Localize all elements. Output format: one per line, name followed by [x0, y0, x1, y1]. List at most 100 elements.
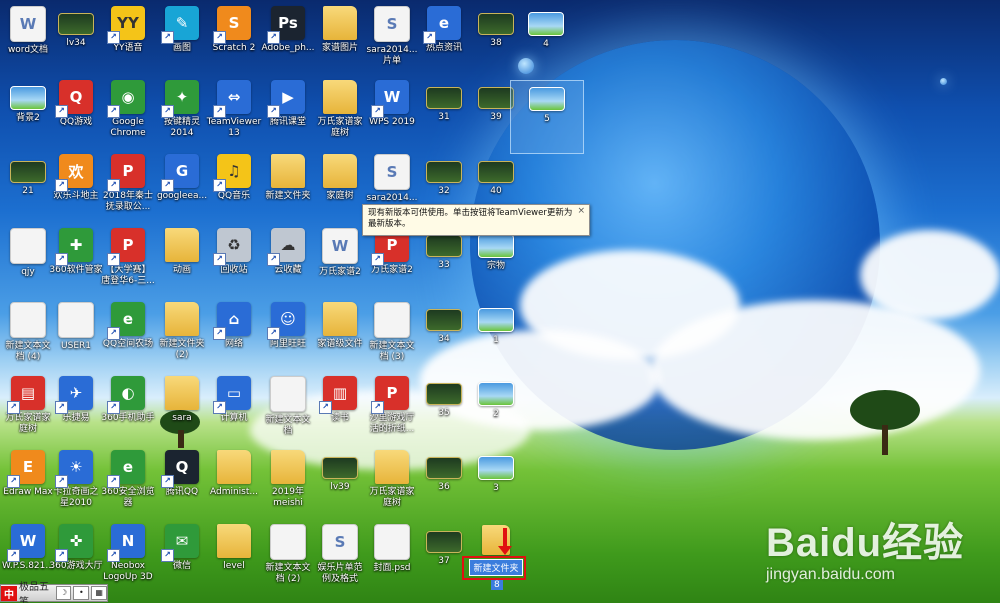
shortcut-arrow-icon: ↗: [213, 253, 226, 266]
desktop-icon[interactable]: 2: [460, 376, 532, 448]
app-icon: ✎ ↗: [161, 6, 199, 44]
app-icon: P ↗: [107, 154, 145, 192]
image-thumbnail-icon: [426, 235, 462, 257]
app-icon: P ↗: [371, 376, 409, 414]
moon-icon[interactable]: ☽: [55, 586, 72, 600]
shortcut-arrow-icon: ↗: [107, 475, 120, 488]
shortcut-arrow-icon: ↗: [107, 105, 120, 118]
shortcut-arrow-icon: ↗: [7, 475, 20, 488]
shortcut-arrow-icon: ↗: [55, 253, 68, 266]
image-thumbnail-icon: [478, 456, 514, 480]
document-icon: S: [374, 6, 410, 42]
folder-icon: [217, 524, 251, 558]
app-icon: G ↗: [161, 154, 199, 192]
desktop-icon[interactable]: 1: [460, 302, 532, 374]
app-icon: ☁ ↗: [267, 228, 305, 266]
app-icon: ✚ ↗: [55, 228, 93, 266]
folder-icon: [323, 80, 357, 114]
image-thumbnail-icon: [426, 161, 462, 183]
shortcut-arrow-icon: ↗: [213, 327, 226, 340]
app-icon: ☺ ↗: [267, 302, 305, 340]
shortcut-arrow-icon: ↗: [55, 475, 68, 488]
document-icon: S: [374, 154, 410, 190]
highlight-frame: [462, 556, 526, 580]
folder-icon: [165, 228, 199, 262]
document-icon: [374, 302, 410, 338]
document-icon: S: [322, 524, 358, 560]
folder-icon: [165, 302, 199, 336]
tooltip-text: 现有新版本可供使用。单击按钮将TeamViewer更新为最新版本。: [368, 208, 573, 229]
tree: [850, 390, 920, 460]
shortcut-arrow-icon: ↗: [55, 105, 68, 118]
arrow-down-icon: [498, 528, 512, 555]
image-thumbnail-icon: [478, 308, 514, 332]
folder-icon: [217, 450, 251, 484]
image-thumbnail-icon: [426, 87, 462, 109]
ime-name[interactable]: 极品五笔: [17, 578, 54, 603]
folder-icon: [323, 154, 357, 188]
app-icon: ▥ ↗: [319, 376, 357, 414]
app-icon: ☀ ↗: [55, 450, 93, 488]
desktop-icon[interactable]: 3: [460, 450, 532, 522]
desktop-icon-label: 5: [544, 114, 550, 124]
app-icon: e ↗: [423, 6, 461, 44]
baidu-watermark: Baidu经验 jingyan.baidu.com: [766, 510, 998, 592]
shortcut-arrow-icon: ↗: [371, 105, 384, 118]
shortcut-arrow-icon: ↗: [161, 475, 174, 488]
shortcut-arrow-icon: ↗: [107, 31, 120, 44]
baidu-logo: Baidu经验: [766, 521, 965, 565]
folder-icon: [323, 6, 357, 40]
app-icon: YY ↗: [107, 6, 145, 44]
grid-icon[interactable]: ▦: [91, 586, 108, 600]
app-icon: ◐ ↗: [107, 376, 145, 414]
desktop-icon[interactable]: 5: [510, 80, 584, 154]
desktop-icon[interactable]: 4: [510, 6, 582, 78]
document-icon: W: [322, 228, 358, 264]
shortcut-arrow-icon: ↗: [371, 253, 384, 266]
dot-icon[interactable]: •: [73, 586, 90, 600]
teamviewer-update-tooltip[interactable]: 现有新版本可供使用。单击按钮将TeamViewer更新为最新版本。 ×: [362, 204, 590, 236]
desktop-icon[interactable]: 宗物: [460, 228, 532, 300]
app-icon: ▭ ↗: [213, 376, 251, 414]
shortcut-arrow-icon: ↗: [107, 179, 120, 192]
shortcut-arrow-icon: ↗: [161, 549, 174, 562]
shortcut-arrow-icon: ↗: [423, 31, 436, 44]
shortcut-arrow-icon: ↗: [213, 105, 226, 118]
shortcut-arrow-icon: ↗: [161, 105, 174, 118]
shortcut-arrow-icon: ↗: [107, 253, 120, 266]
desktop-icon-label: 3: [493, 483, 499, 493]
desktop[interactable]: Wword文档 lv34 YY ↗ YY语音 ✎ ↗ 画图 S ↗ Scratch 2 Ps ↗ Adob…: [0, 0, 1000, 603]
image-thumbnail-icon: [478, 234, 514, 258]
app-icon: ✦ ↗: [161, 80, 199, 118]
app-icon: ♫ ↗: [213, 154, 251, 192]
image-thumbnail-icon: [528, 12, 564, 36]
app-icon: ⌂ ↗: [213, 302, 251, 340]
ime-language[interactable]: 中: [1, 585, 17, 601]
cloud: [650, 300, 980, 440]
document-icon: [270, 376, 306, 412]
image-thumbnail-icon: [426, 531, 462, 553]
desktop-icon-label: 4: [543, 39, 549, 49]
desktop-icon-label: 宗物: [486, 261, 505, 271]
image-thumbnail-icon: [478, 87, 514, 109]
shortcut-arrow-icon: ↗: [7, 549, 20, 562]
app-icon: ✉ ↗: [161, 524, 199, 562]
app-icon: e ↗: [107, 450, 145, 488]
shortcut-arrow-icon: ↗: [213, 401, 226, 414]
app-icon: ✈ ↗: [55, 376, 93, 414]
app-icon: Q ↗: [161, 450, 199, 488]
folder-icon: [323, 302, 357, 336]
cloud: [860, 230, 1000, 320]
shortcut-arrow-icon: ↗: [107, 327, 120, 340]
image-thumbnail-icon: [478, 161, 514, 183]
selection-count: 8: [491, 580, 503, 590]
shortcut-arrow-icon: ↗: [7, 401, 20, 414]
desktop-icon-label: 2: [493, 409, 499, 419]
close-icon[interactable]: ×: [577, 206, 585, 217]
shortcut-arrow-icon: ↗: [213, 179, 226, 192]
document-icon: [270, 524, 306, 560]
shortcut-arrow-icon: ↗: [371, 401, 384, 414]
shortcut-arrow-icon: ↗: [55, 401, 68, 414]
ime-toolbar[interactable]: 中 极品五笔 ☽ • ▦: [0, 582, 108, 603]
shortcut-arrow-icon: ↗: [267, 253, 280, 266]
